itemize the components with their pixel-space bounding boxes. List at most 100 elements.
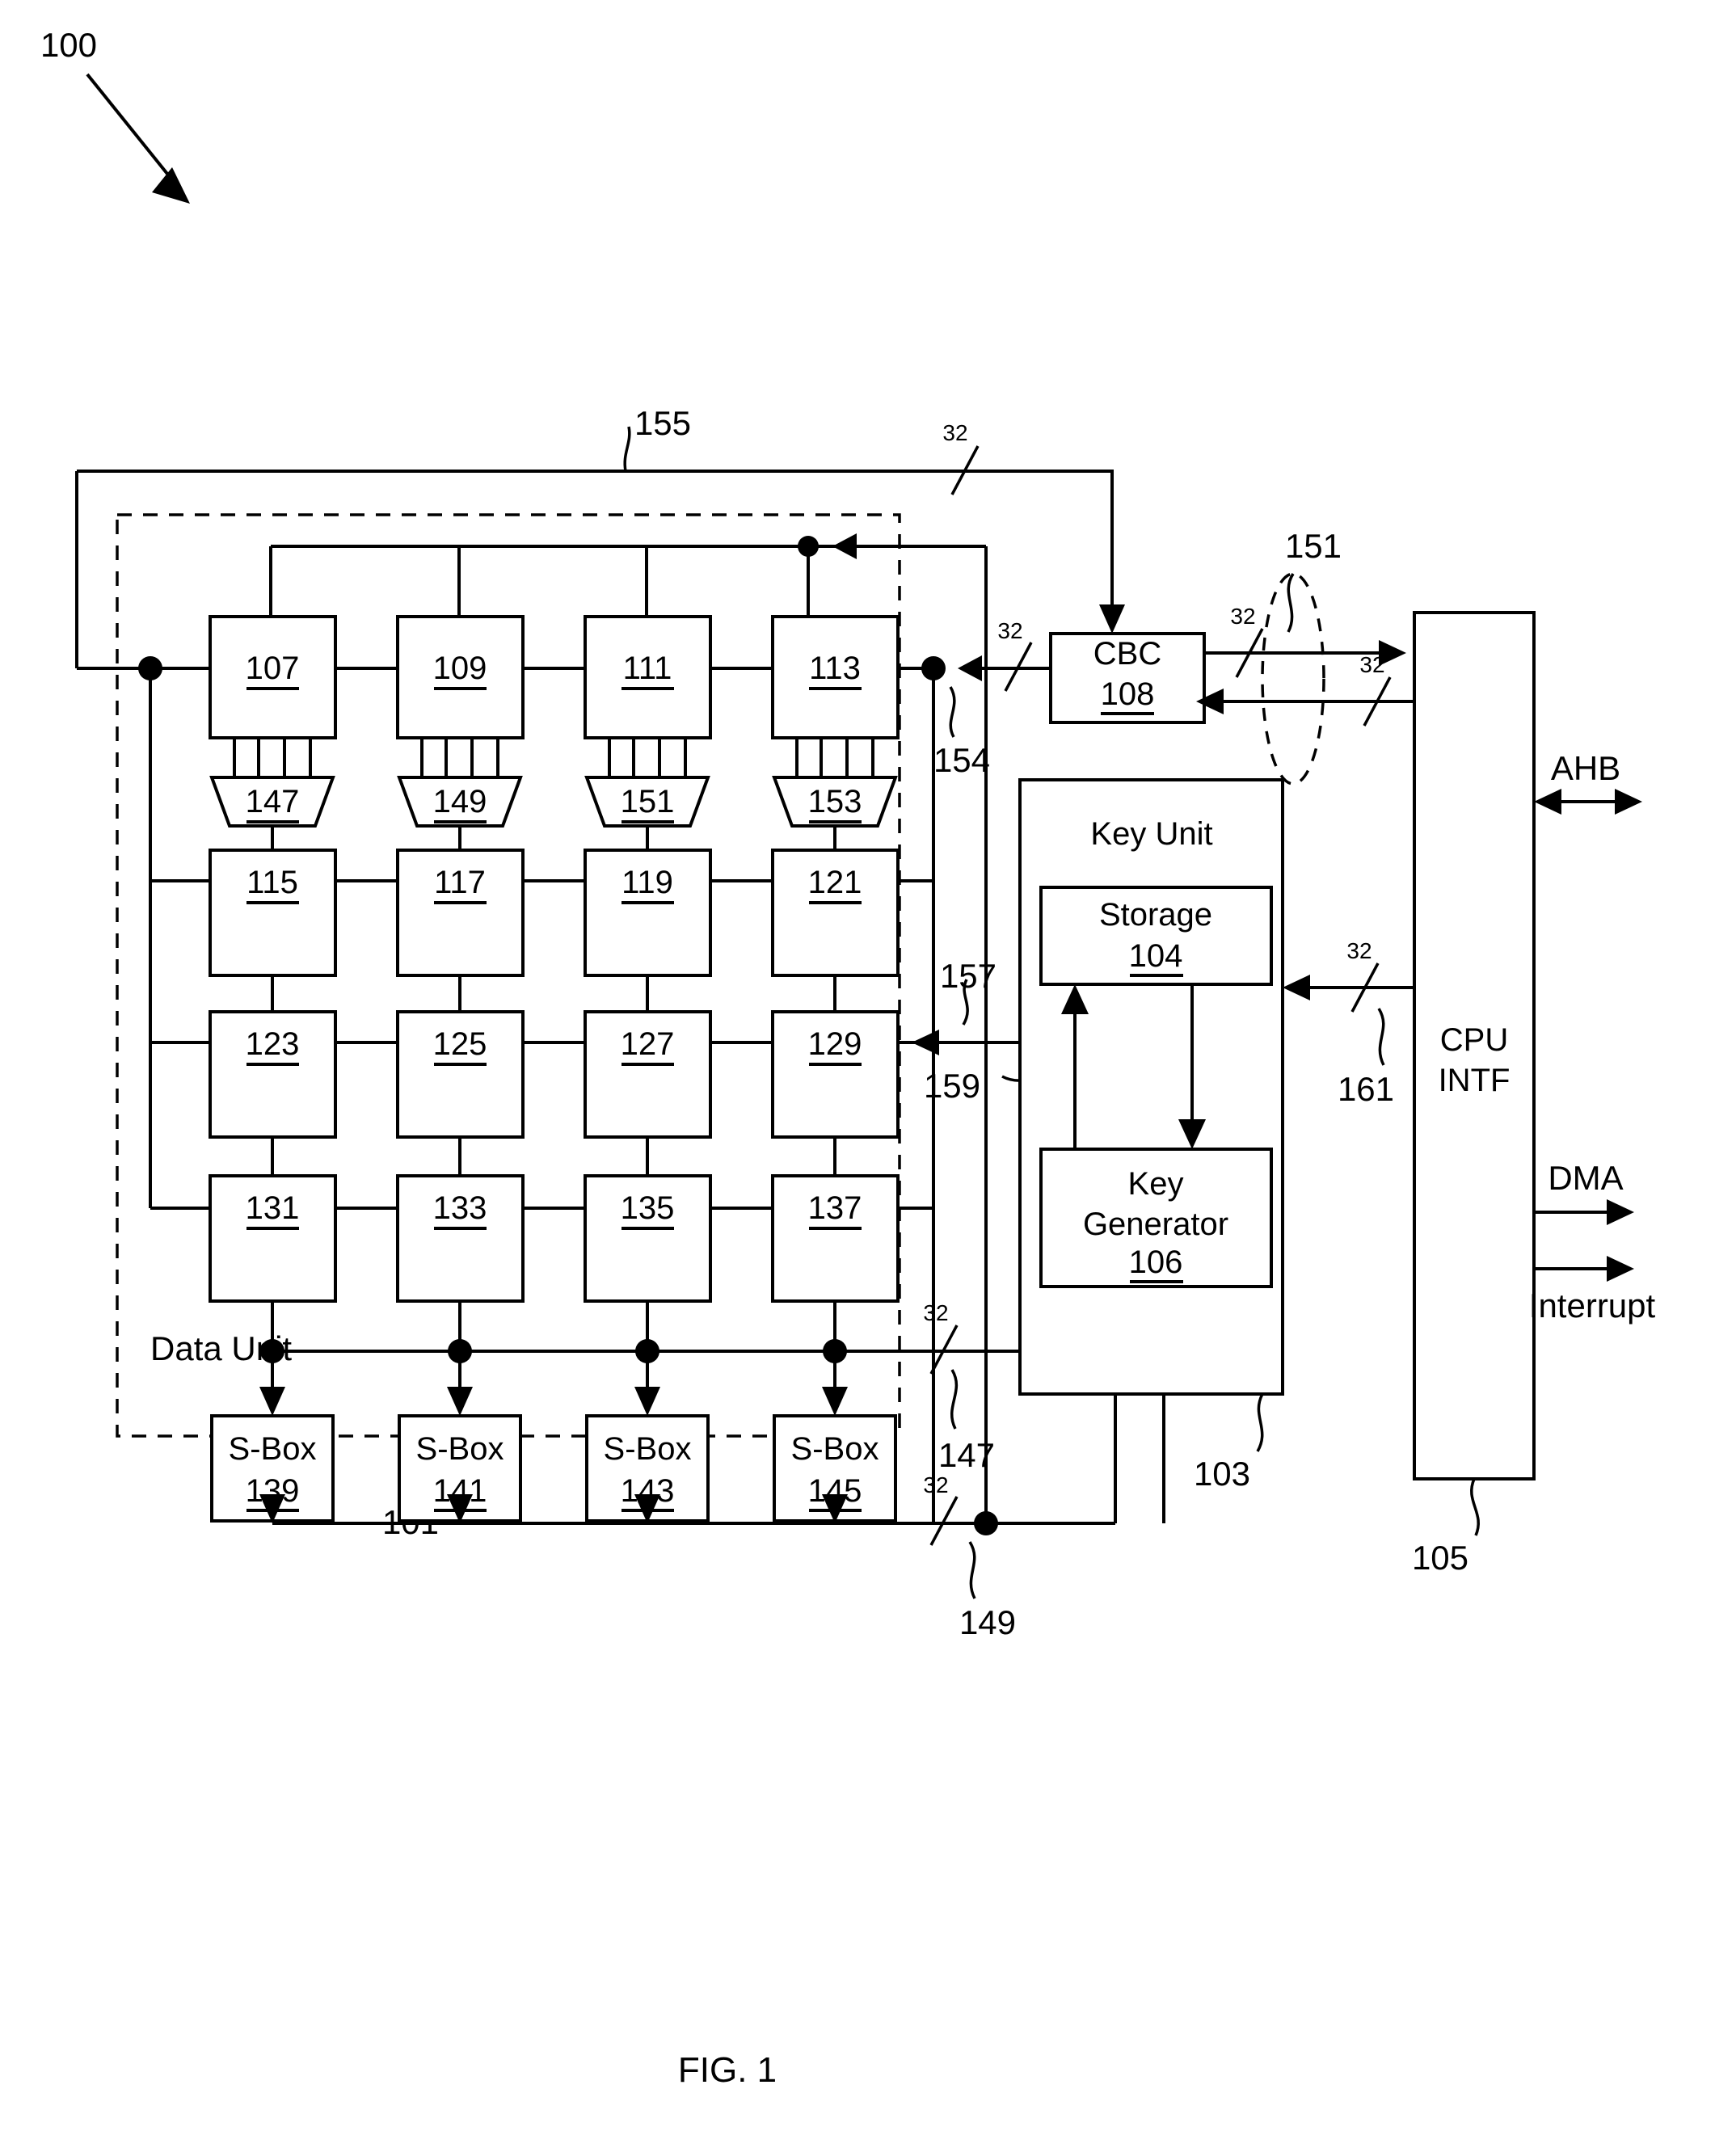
register-109-label: 109 — [433, 651, 487, 686]
register-107: 107 — [209, 615, 337, 739]
register-111-label: 111 — [623, 651, 672, 686]
dma-label: DMA — [1548, 1159, 1623, 1197]
interrupt-port: Interrupt — [1529, 1256, 1656, 1325]
mux-153: 153 — [772, 738, 898, 850]
mux-151-label: 151 — [621, 784, 675, 819]
sbox-row: S-Box 139 S-Box 141 S-Box 143 S-Box 145 — [210, 1414, 897, 1523]
bus-width-32-out: 32 — [923, 1472, 948, 1497]
ahb-label: AHB — [1551, 749, 1620, 787]
row3-to-row4-links — [271, 1137, 836, 1176]
register-115: 115 — [209, 849, 337, 977]
register-row-2: 115 117 119 121 — [209, 849, 933, 977]
sbox-141-title: S-Box — [416, 1431, 504, 1467]
cpu-intf-block: CPU INTF 105 — [1412, 611, 1536, 1577]
figure-1-diagram: 100 32 155 Data Unit 101 — [40, 26, 1656, 2090]
dma-port: DMA — [1534, 1159, 1634, 1225]
mux-147-label: 147 — [246, 784, 300, 819]
system-reference-100: 100 — [40, 26, 190, 204]
storage-block: Storage 104 — [1039, 886, 1273, 986]
figure-caption: FIG. 1 — [678, 2050, 777, 2090]
cbc-block: CBC 108 — [1049, 632, 1206, 724]
register-119: 119 — [584, 849, 712, 977]
key-generator-ref: 106 — [1129, 1245, 1183, 1280]
register-129-label: 129 — [808, 1026, 862, 1062]
register-129: 129 — [771, 1010, 900, 1139]
register-117-label: 117 — [434, 865, 486, 900]
sbox-143-title: S-Box — [604, 1431, 692, 1467]
register-127-label: 127 — [621, 1026, 675, 1062]
lead-154: 154 — [933, 741, 990, 779]
register-row-1: 107 109 111 113 — [209, 615, 933, 739]
cbc-cpu-bus-151: 32 32 151 — [1196, 527, 1414, 785]
register-133: 133 — [396, 1174, 525, 1303]
register-row-4: 131 133 135 137 — [209, 1174, 933, 1303]
storage-title: Storage — [1099, 897, 1212, 933]
key-generator-title-line2: Generator — [1083, 1207, 1228, 1242]
lead-155: 155 — [634, 404, 691, 442]
mux-147: 147 — [209, 738, 335, 850]
bus-149-dot — [974, 1511, 998, 1535]
mux-149: 149 — [397, 738, 523, 850]
bus-width-32-cbc-in: 32 — [997, 618, 1022, 643]
register-119-label: 119 — [622, 865, 673, 900]
left-distribution-bus — [138, 656, 210, 1210]
key-generator-block: Key Generator 106 — [1039, 1148, 1273, 1288]
lead-149: 149 — [959, 1603, 1016, 1641]
register-135: 135 — [584, 1174, 712, 1303]
register-113-label: 113 — [809, 651, 861, 686]
register-131: 131 — [209, 1174, 337, 1303]
register-121-label: 121 — [808, 865, 862, 900]
register-115-label: 115 — [246, 865, 298, 900]
interrupt-label: Interrupt — [1529, 1287, 1656, 1325]
row2-to-row3-links — [271, 975, 836, 1012]
register-111: 111 — [584, 615, 712, 739]
ahb-port: AHB — [1534, 749, 1642, 815]
sbox-145-title: S-Box — [791, 1431, 879, 1467]
register-109: 109 — [396, 615, 525, 739]
bus-width-32-cbc-out: 32 — [1230, 604, 1255, 629]
register-131-label: 131 — [246, 1190, 300, 1226]
bus-width-32-cbc-in2: 32 — [1359, 652, 1384, 677]
mux-row: 147 149 151 153 — [209, 738, 898, 850]
register-125-label: 125 — [433, 1026, 487, 1062]
cpu-intf-line1: CPU — [1440, 1022, 1508, 1058]
register-137-label: 137 — [808, 1190, 862, 1226]
bus-width-32-top: 32 — [942, 420, 967, 445]
register-133-label: 133 — [433, 1190, 487, 1226]
mux-151: 151 — [584, 738, 710, 850]
bus-width-32-key: 32 — [1346, 938, 1372, 963]
junction-dot — [798, 536, 819, 557]
mux-149-label: 149 — [433, 784, 487, 819]
lead-159: 159 — [924, 1067, 980, 1105]
register-123: 123 — [209, 1010, 337, 1139]
label-100: 100 — [40, 26, 97, 64]
register-117: 117 — [396, 849, 525, 977]
cbc-ref: 108 — [1101, 676, 1155, 712]
patent-figure-page: 100 32 155 Data Unit 101 — [0, 0, 1736, 2148]
sbox-139-title: S-Box — [229, 1431, 317, 1467]
external-ports: AHB DMA Interrupt — [1529, 749, 1656, 1325]
cpu-to-key-bus-161: 32 161 — [1283, 938, 1414, 1108]
storage-ref: 104 — [1129, 938, 1183, 974]
register-127: 127 — [584, 1010, 712, 1139]
lead-161: 161 — [1338, 1070, 1394, 1108]
lead-147: 147 — [938, 1436, 995, 1474]
register-137: 137 — [771, 1174, 900, 1303]
key-unit-block: Key Unit Storage 104 Key Generator 106 1… — [1018, 778, 1284, 1493]
lead-157: 157 — [940, 957, 997, 995]
cpu-intf-line2: INTF — [1439, 1063, 1511, 1098]
bus-width-32-sbox: 32 — [923, 1300, 948, 1325]
register-123-label: 123 — [246, 1026, 300, 1062]
lead-103: 103 — [1194, 1455, 1250, 1493]
mux-153-label: 153 — [808, 784, 862, 819]
register-107-label: 107 — [246, 651, 300, 686]
register-121: 121 — [771, 849, 900, 977]
cbc-title: CBC — [1093, 636, 1161, 672]
register-135-label: 135 — [621, 1190, 675, 1226]
lead-105: 105 — [1412, 1539, 1468, 1577]
key-unit-title: Key Unit — [1090, 816, 1212, 852]
lead-151-bus: 151 — [1285, 527, 1342, 565]
register-125: 125 — [396, 1010, 525, 1139]
register-113: 113 — [771, 615, 900, 739]
key-generator-title-line1: Key — [1128, 1166, 1184, 1202]
